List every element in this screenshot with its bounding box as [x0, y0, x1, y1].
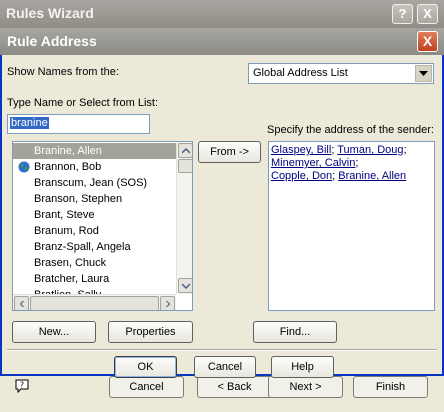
- address-entry[interactable]: Copple, Don: [271, 170, 332, 182]
- horizontal-scroll-thumb[interactable]: [30, 296, 159, 310]
- list-item[interactable]: Branum, Rod: [13, 223, 176, 239]
- list-item-name: Branscum, Jean (SOS): [34, 177, 148, 189]
- address-entry[interactable]: Glaspey, Bill: [271, 144, 331, 156]
- help-balloon-icon[interactable]: ?: [12, 378, 32, 396]
- list-item[interactable]: Brant, Steve: [13, 207, 176, 223]
- list-item-name: Branum, Rod: [34, 225, 99, 237]
- address-book-value: Global Address List: [253, 67, 348, 79]
- address-separator: ;: [355, 157, 359, 169]
- specify-address-label: Specify the address of the sender:: [267, 124, 434, 136]
- list-item-name: Brant, Steve: [34, 209, 95, 221]
- dialog-separator: [7, 349, 437, 351]
- list-item[interactable]: Branson, Stephen: [13, 191, 176, 207]
- list-item[interactable]: Bratcher, Laura: [13, 271, 176, 287]
- svg-text:?: ?: [20, 381, 24, 390]
- rules-wizard-title: Rules Wizard: [6, 5, 94, 21]
- rules-wizard-help-button[interactable]: ?: [392, 4, 413, 24]
- from-button[interactable]: From ->: [198, 141, 261, 163]
- find-button[interactable]: Find...: [253, 321, 337, 343]
- list-item-name: Bratcher, Laura: [34, 273, 110, 285]
- rule-address-dialog: Rule Address X Show Names from the: Glob…: [0, 28, 444, 378]
- scroll-up-icon[interactable]: [178, 143, 192, 158]
- list-item-name: Brannon, Bob: [34, 161, 102, 173]
- list-item[interactable]: Brasen, Chuck: [13, 255, 176, 271]
- list-horizontal-scrollbar[interactable]: [13, 294, 176, 310]
- address-book-select[interactable]: Global Address List: [248, 63, 434, 84]
- vertical-scroll-thumb[interactable]: [178, 159, 192, 173]
- list-vertical-scrollbar[interactable]: [176, 142, 192, 294]
- dialog-close-button[interactable]: X: [417, 31, 438, 52]
- name-search-input[interactable]: branine: [7, 114, 150, 134]
- address-entry[interactable]: Minemyer, Calvin: [271, 157, 355, 169]
- scroll-down-icon[interactable]: [178, 278, 192, 293]
- show-names-label: Show Names from the:: [7, 66, 119, 78]
- dialog-titlebar: Rule Address: [0, 28, 444, 55]
- address-separator: ;: [332, 170, 336, 182]
- wizard-finish-button[interactable]: Finish: [353, 376, 428, 398]
- wizard-cancel-button[interactable]: Cancel: [109, 376, 184, 398]
- list-item[interactable]: Brannon, Bob: [13, 159, 176, 175]
- list-item[interactable]: Branine, Allen: [13, 143, 176, 159]
- address-entry[interactable]: Tuman, Doug: [337, 144, 403, 156]
- rules-wizard-titlebar: Rules Wizard: [0, 0, 444, 28]
- rules-wizard-close-button[interactable]: X: [417, 4, 438, 24]
- address-separator: ;: [331, 144, 335, 156]
- cancel-button[interactable]: Cancel: [194, 356, 256, 378]
- list-item-name: Branine, Allen: [34, 145, 102, 157]
- sender-address-field[interactable]: Glaspey, Bill; Tuman, Doug; Minemyer, Ca…: [268, 141, 435, 311]
- dialog-title: Rule Address: [7, 33, 97, 49]
- wizard-back-button[interactable]: < Back: [197, 376, 272, 398]
- address-separator: ;: [403, 144, 407, 156]
- name-listbox[interactable]: Branine, Allen Brannon, Bob Branscum, Je…: [12, 141, 193, 311]
- chevron-down-icon[interactable]: [415, 65, 432, 82]
- list-item[interactable]: Branz-Spall, Angela: [13, 239, 176, 255]
- scroll-right-icon[interactable]: [160, 296, 175, 310]
- list-item-name: Brasen, Chuck: [34, 257, 107, 269]
- name-input-value: branine: [10, 117, 49, 129]
- ok-button[interactable]: OK: [114, 356, 177, 378]
- type-name-label: Type Name or Select from List:: [7, 97, 158, 109]
- globe-icon: [18, 161, 30, 173]
- scroll-left-icon[interactable]: [14, 296, 29, 310]
- address-entry[interactable]: Branine, Allen: [338, 170, 406, 182]
- list-item-name: Branson, Stephen: [34, 193, 123, 205]
- new-button[interactable]: New...: [12, 321, 96, 343]
- help-button[interactable]: Help: [271, 356, 334, 378]
- properties-button[interactable]: Properties: [108, 321, 193, 343]
- wizard-next-button[interactable]: Next >: [268, 376, 343, 398]
- list-item[interactable]: Branscum, Jean (SOS): [13, 175, 176, 191]
- list-item-name: Branz-Spall, Angela: [34, 241, 131, 253]
